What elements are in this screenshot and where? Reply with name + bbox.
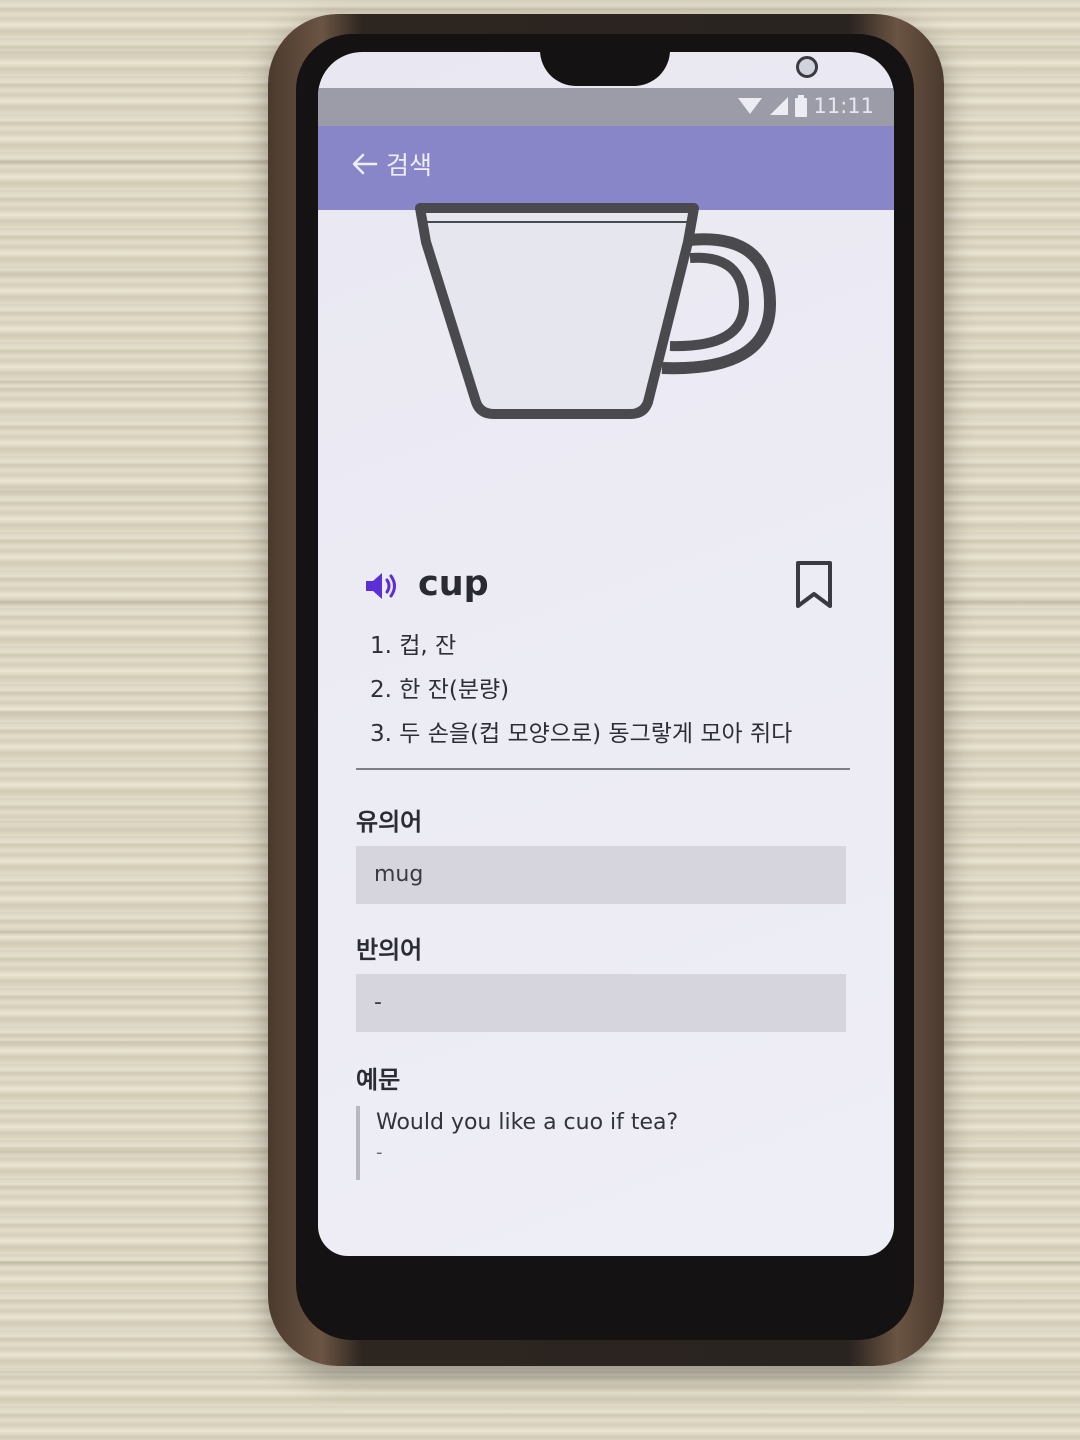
back-button[interactable]: 검색	[352, 146, 432, 182]
meaning-list: 1. 컵, 잔 2. 한 잔(분량) 3. 두 손을(컵 모양으로) 동그랗게 …	[370, 624, 850, 756]
cup-image	[404, 192, 784, 432]
front-camera	[796, 56, 818, 78]
meaning-item: 1. 컵, 잔	[370, 633, 457, 659]
synonyms-field: mug	[356, 846, 846, 904]
phone-screen: 11:11 검색 cup 1. 컵, 잔 2. 한 잔(분량) 3. 두 손을(…	[318, 52, 894, 1256]
speaker-icon[interactable]	[364, 570, 400, 602]
examples-label: 예문	[356, 1066, 401, 1094]
wifi-icon	[738, 98, 763, 114]
meaning-item: 3. 두 손을(컵 모양으로) 동그랗게 모아 쥐다	[370, 721, 793, 747]
example-block: Would you like a cuo if tea? -	[356, 1106, 846, 1180]
antonyms-label: 반의어	[356, 936, 423, 964]
app-bar-title: 검색	[386, 151, 433, 180]
entry-word: cup	[418, 564, 489, 604]
synonyms-label: 유의어	[356, 808, 423, 836]
status-bar: 11:11	[318, 88, 894, 126]
antonyms-field: -	[356, 974, 846, 1032]
entry-header: cup	[364, 561, 848, 614]
display-notch	[540, 52, 818, 86]
status-icons: 11:11	[737, 94, 874, 118]
divider	[356, 768, 850, 770]
meaning-item: 2. 한 잔(분량)	[370, 677, 510, 703]
example-sentence: Would you like a cuo if tea?	[376, 1110, 679, 1135]
back-arrow-icon	[352, 153, 378, 175]
signal-icon	[770, 97, 789, 115]
bookmark-icon[interactable]	[794, 560, 834, 610]
status-time: 11:11	[813, 94, 874, 118]
example-translation: -	[376, 1142, 383, 1163]
battery-icon	[795, 95, 808, 117]
